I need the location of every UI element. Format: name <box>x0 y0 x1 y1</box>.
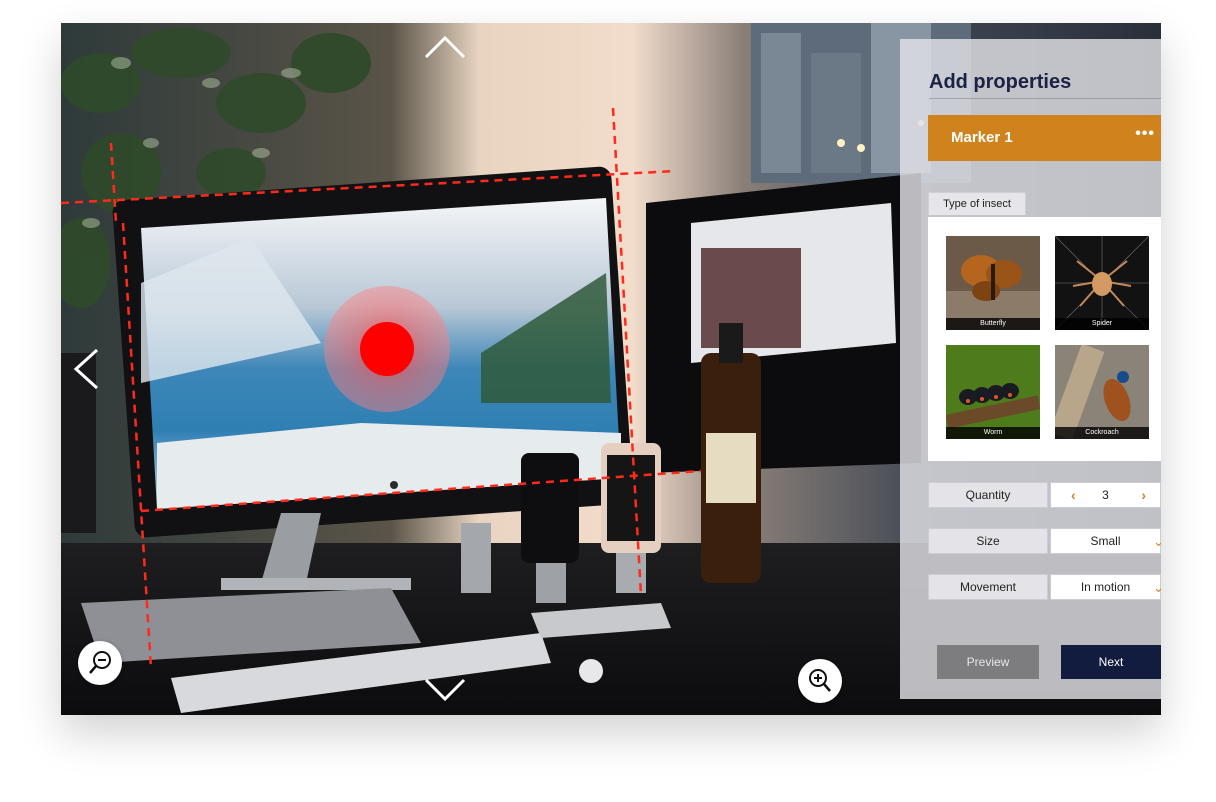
worm-image <box>946 345 1040 439</box>
cockroach-image <box>1055 345 1149 439</box>
panel-title: Add properties <box>929 71 1072 93</box>
insect-type-label: Type of insect <box>928 192 1026 215</box>
chevron-down-icon: ⌄ <box>1153 534 1161 549</box>
insect-label: Spider <box>1055 318 1149 330</box>
image-viewer: Add properties Marker 1 ••• Type of inse… <box>61 23 1161 715</box>
quantity-label: Quantity <box>928 482 1048 508</box>
size-select[interactable]: Small ⌄ <box>1050 528 1161 554</box>
properties-panel: Add properties Marker 1 ••• Type of inse… <box>900 39 1161 699</box>
more-icon[interactable]: ••• <box>1135 125 1155 143</box>
size-value: Small <box>1090 534 1121 548</box>
chevron-down-icon: ⌄ <box>1153 580 1161 595</box>
insect-option-butterfly[interactable]: Butterfly <box>946 236 1040 330</box>
chevron-down-icon[interactable] <box>424 678 466 702</box>
divider <box>929 98 1161 99</box>
decrement-button[interactable]: ‹ <box>1071 483 1076 508</box>
quantity-value: 3 <box>1102 488 1109 502</box>
zoom-out-button[interactable] <box>78 641 122 685</box>
next-button[interactable]: Next <box>1061 645 1161 679</box>
insect-option-spider[interactable]: Spider <box>1055 236 1149 330</box>
insect-option-worm[interactable]: Worm <box>946 345 1040 439</box>
insect-label: Butterfly <box>946 318 1040 330</box>
zoom-in-button[interactable] <box>798 659 842 703</box>
insect-grid: Butterfly Spider Worm Cockroach <box>928 217 1161 461</box>
size-label: Size <box>928 528 1048 554</box>
zoom-in-icon <box>809 669 831 692</box>
increment-button[interactable]: › <box>1141 483 1146 508</box>
chevron-up-icon[interactable] <box>424 35 466 59</box>
insect-option-cockroach[interactable]: Cockroach <box>1055 345 1149 439</box>
quantity-stepper[interactable]: ‹ 3 › <box>1050 482 1161 508</box>
movement-label: Movement <box>928 574 1048 600</box>
butterfly-image <box>946 236 1040 330</box>
marker-header[interactable]: Marker 1 ••• <box>928 115 1161 161</box>
movement-select[interactable]: In motion ⌄ <box>1050 574 1161 600</box>
movement-value: In motion <box>1080 580 1131 594</box>
chevron-left-icon[interactable] <box>73 348 99 390</box>
preview-button[interactable]: Preview <box>937 645 1039 679</box>
insect-label: Cockroach <box>1055 427 1149 439</box>
spider-image <box>1055 236 1149 330</box>
zoom-out-icon <box>89 651 111 674</box>
insect-label: Worm <box>946 427 1040 439</box>
marker-label: Marker 1 <box>951 129 1013 146</box>
